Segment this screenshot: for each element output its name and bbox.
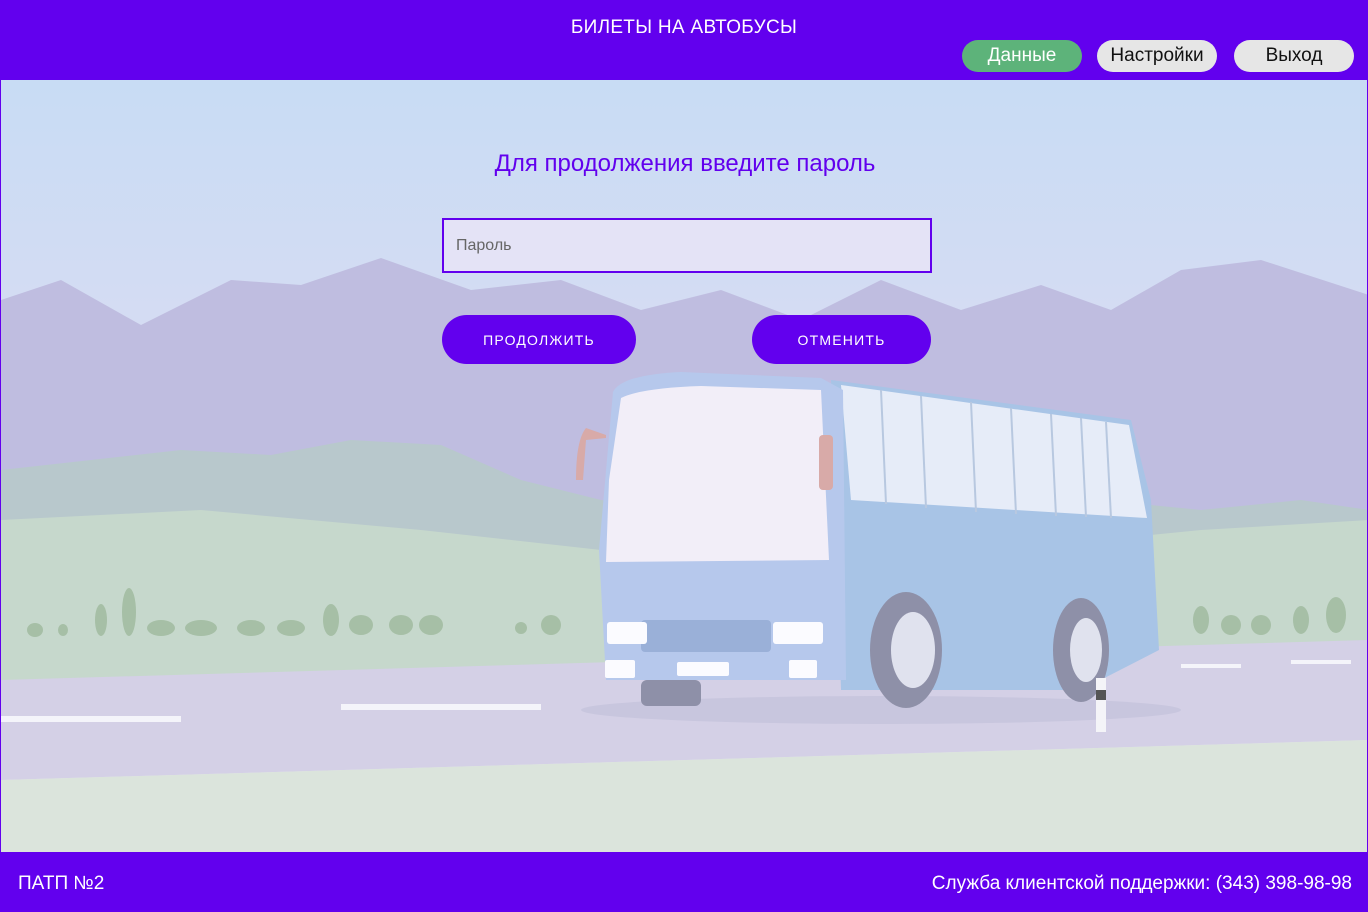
- support-contact: Служба клиентской поддержки: (343) 398-9…: [931, 873, 1352, 894]
- organization-name: ПАТП №2: [18, 873, 105, 894]
- main-content: Для продолжения введите пароль ПРОДОЛЖИТ…: [0, 80, 1368, 852]
- continue-button[interactable]: ПРОДОЛЖИТЬ: [442, 315, 636, 364]
- settings-button[interactable]: Настройки: [1097, 40, 1217, 72]
- cancel-button[interactable]: ОТМЕНИТЬ: [752, 315, 931, 364]
- app-header: БИЛЕТЫ НА АВТОБУСЫ Данные Настройки Выхо…: [0, 0, 1368, 80]
- app-title: БИЛЕТЫ НА АВТОБУСЫ: [570, 17, 798, 38]
- bus-background-image: [1, 80, 1367, 852]
- data-button[interactable]: Данные: [962, 40, 1082, 72]
- password-prompt: Для продолжения введите пароль: [494, 150, 876, 177]
- bus-illustration: [576, 372, 1181, 732]
- app-footer: ПАТП №2 Служба клиентской поддержки: (34…: [0, 852, 1368, 912]
- password-input[interactable]: [442, 218, 932, 273]
- exit-button[interactable]: Выход: [1234, 40, 1354, 72]
